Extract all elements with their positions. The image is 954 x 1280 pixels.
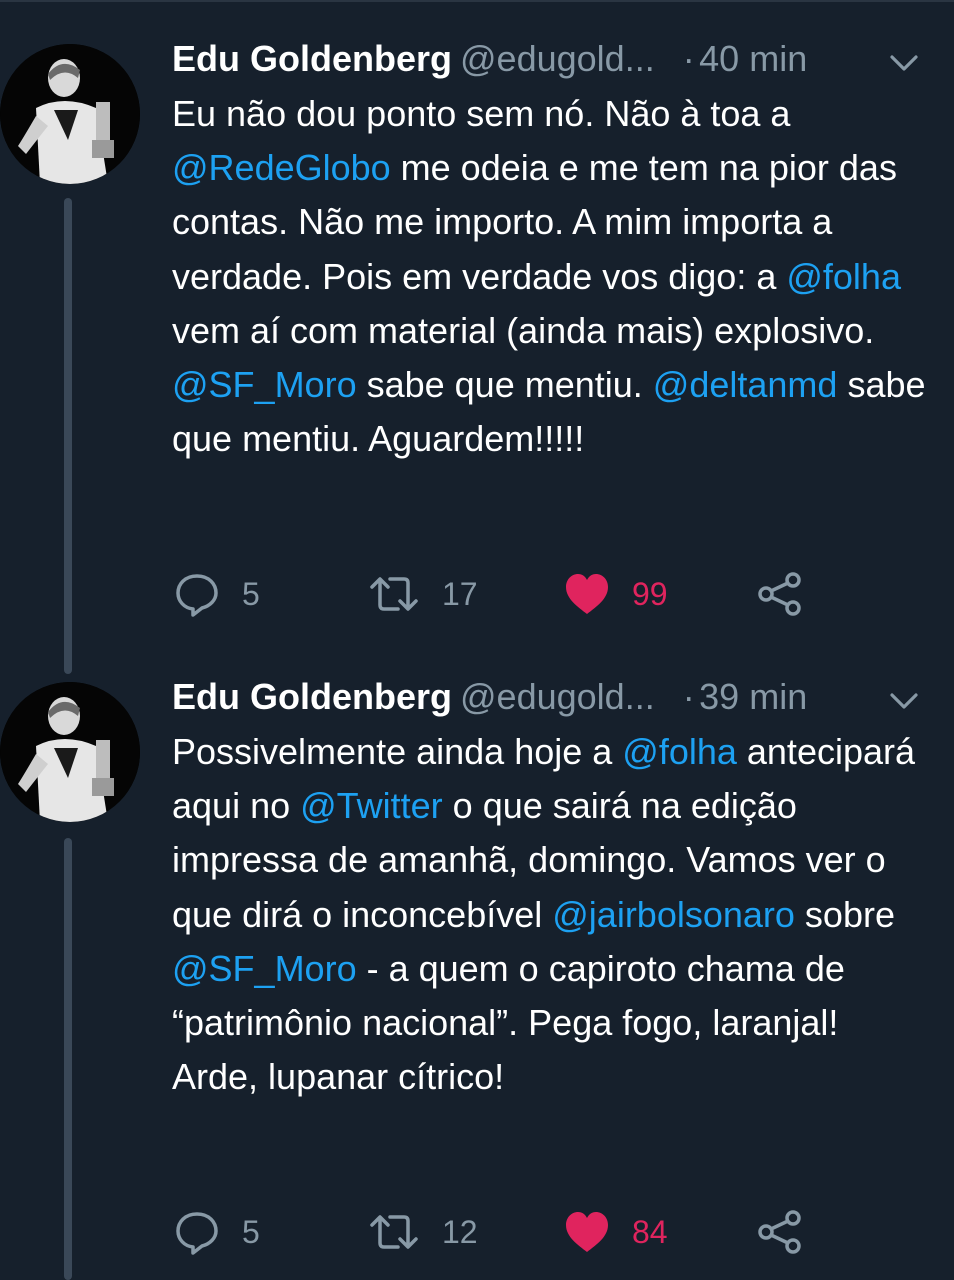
text-segment: sabe que mentiu. [356, 364, 653, 406]
reply-button[interactable]: 5 [174, 569, 260, 619]
author-handle[interactable]: @edugold... [460, 676, 655, 717]
like-button[interactable]: 99 [564, 569, 668, 619]
timestamp[interactable]: 40 min [699, 38, 807, 79]
chevron-down-icon[interactable] [886, 686, 922, 716]
author-handle[interactable]: @edugold... [460, 38, 655, 79]
avatar-photo [0, 682, 140, 822]
timestamp[interactable]: 39 min [699, 676, 807, 717]
tweet-header: Edu Goldenberg @edugold... · 39 min [172, 676, 932, 728]
retweet-icon [370, 1215, 418, 1249]
avatar[interactable] [0, 682, 140, 822]
text-segment: Possivelmente ainda hoje a [172, 731, 623, 772]
separator: · [682, 38, 695, 79]
mention-link[interactable]: @SF_Moro [172, 364, 357, 405]
heart-icon [566, 574, 608, 614]
text-segment: vem aí com material (ainda mais) explosi… [172, 309, 875, 351]
mention-link[interactable]: @RedeGlobo [172, 147, 391, 188]
action-bar: 5 12 84 [172, 1207, 932, 1257]
text-segment: Eu não dou ponto sem nó. Não à toa a [172, 93, 791, 134]
text-segment: sobre [794, 893, 895, 935]
tweet[interactable]: Edu Goldenberg @edugold... · 40 min Eu não… [0, 0, 954, 674]
share-button[interactable] [756, 1207, 804, 1257]
mention-link[interactable]: @jairbolsonaro [552, 894, 795, 935]
mention-link[interactable]: @folha [622, 731, 737, 772]
mention-link[interactable]: @folha [786, 256, 901, 297]
retweet-count: 12 [442, 1213, 478, 1250]
mention-link[interactable]: @Twitter [300, 785, 443, 826]
like-count: 84 [632, 1213, 668, 1250]
reply-icon [176, 574, 218, 617]
thread-connector [64, 198, 72, 674]
tweet-header: Edu Goldenberg @edugold... · 40 min [172, 38, 932, 90]
avatar-photo [0, 44, 140, 184]
share-icon [758, 572, 801, 616]
retweet-count: 17 [442, 575, 478, 612]
action-bar: 5 17 99 [172, 569, 932, 619]
retweet-icon [370, 577, 418, 611]
reply-count: 5 [242, 575, 260, 612]
reply-count: 5 [242, 1213, 260, 1250]
mention-link[interactable]: @deltanmd [653, 364, 838, 405]
heart-icon [566, 1212, 608, 1252]
share-button[interactable] [756, 569, 804, 619]
tweet-text: Eu não dou ponto sem nó. Não à toa a @Re… [172, 87, 932, 466]
retweet-button[interactable]: 17 [368, 569, 478, 619]
like-button[interactable]: 84 [564, 1207, 668, 1257]
mention-link[interactable]: @SF_Moro [172, 948, 357, 989]
reply-button[interactable]: 5 [174, 1207, 260, 1257]
retweet-button[interactable]: 12 [368, 1207, 478, 1257]
author-name[interactable]: Edu Goldenberg [172, 38, 452, 79]
separator: · [682, 676, 695, 717]
thread-connector [64, 838, 72, 1280]
like-count: 99 [632, 575, 668, 612]
chevron-down-icon[interactable] [886, 48, 922, 78]
reply-icon [176, 1212, 218, 1255]
author-name[interactable]: Edu Goldenberg [172, 676, 452, 717]
share-icon [758, 1210, 801, 1254]
avatar[interactable] [0, 44, 140, 184]
tweet-text: Possivelmente ainda hoje a @folha anteci… [172, 725, 932, 1104]
